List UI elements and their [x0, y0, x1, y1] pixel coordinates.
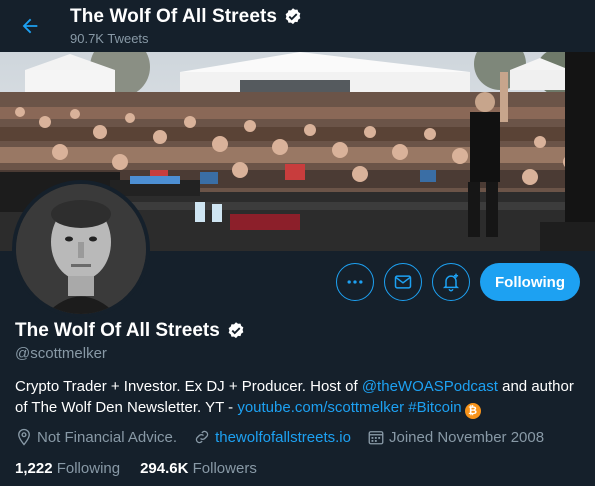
more-button[interactable]: [336, 263, 374, 301]
verified-badge-icon: [285, 8, 301, 25]
message-button[interactable]: [384, 263, 422, 301]
notifications-button[interactable]: [432, 263, 470, 301]
top-bar: The Wolf Of All Streets 90.7K Tweets: [0, 0, 595, 52]
following-stat[interactable]: 1,222 Following: [15, 460, 120, 477]
profile-handle: @scottmelker: [15, 345, 107, 362]
profile-bio: Crypto Trader + Investor. Ex DJ + Produc…: [15, 376, 585, 419]
following-label: Following: [56, 460, 121, 477]
location-pin-icon: [18, 428, 30, 446]
podcast-mention-link[interactable]: @theWOASPodcast: [362, 378, 498, 395]
header-title-row: The Wolf Of All Streets: [70, 6, 303, 28]
tweet-count: 90.7K Tweets: [70, 31, 149, 46]
bitcoin-emoji: ₿: [464, 403, 481, 419]
verified-badge-icon: [228, 322, 244, 339]
website-item: thewolfofallstreets.io: [193, 428, 351, 446]
location-item: Not Financial Advice.: [15, 428, 177, 446]
followers-count: 294.6K: [140, 460, 189, 477]
bio-text: Crypto Trader + Investor. Ex DJ + Produc…: [15, 378, 362, 395]
location-text: Not Financial Advice.: [37, 428, 178, 446]
bell-plus-icon: [442, 273, 460, 292]
profile-name: The Wolf Of All Streets: [15, 320, 220, 341]
following-button[interactable]: Following: [480, 263, 580, 301]
back-button[interactable]: [14, 10, 46, 42]
calendar-icon: [368, 431, 384, 445]
youtube-link[interactable]: youtube.com/scottmelker: [237, 399, 404, 416]
following-count: 1,222: [15, 460, 53, 477]
profile-actions: Following: [336, 263, 580, 301]
mail-icon: [394, 275, 412, 289]
bitcoin-hashtag-link[interactable]: #Bitcoin: [408, 399, 461, 416]
more-dots-icon: [347, 280, 363, 284]
joined-text: Joined November 2008: [388, 428, 545, 446]
followers-stat[interactable]: 294.6K Followers: [140, 460, 257, 477]
joined-item: Joined November 2008: [367, 428, 544, 446]
header-title: The Wolf Of All Streets: [70, 6, 278, 27]
profile-photo: [16, 184, 146, 314]
avatar-photo: [16, 184, 146, 314]
avatar[interactable]: [12, 180, 150, 318]
profile-name-row: The Wolf Of All Streets: [15, 320, 246, 342]
followers-label: Followers: [192, 460, 257, 477]
website-link[interactable]: thewolfofallstreets.io: [215, 429, 351, 446]
profile-meta: Not Financial Advice. thewolfofallstreet…: [15, 428, 560, 446]
profile-stats: 1,222 Following 294.6K Followers: [15, 460, 277, 477]
link-icon: [195, 430, 209, 444]
arrow-left-icon: [22, 18, 38, 34]
